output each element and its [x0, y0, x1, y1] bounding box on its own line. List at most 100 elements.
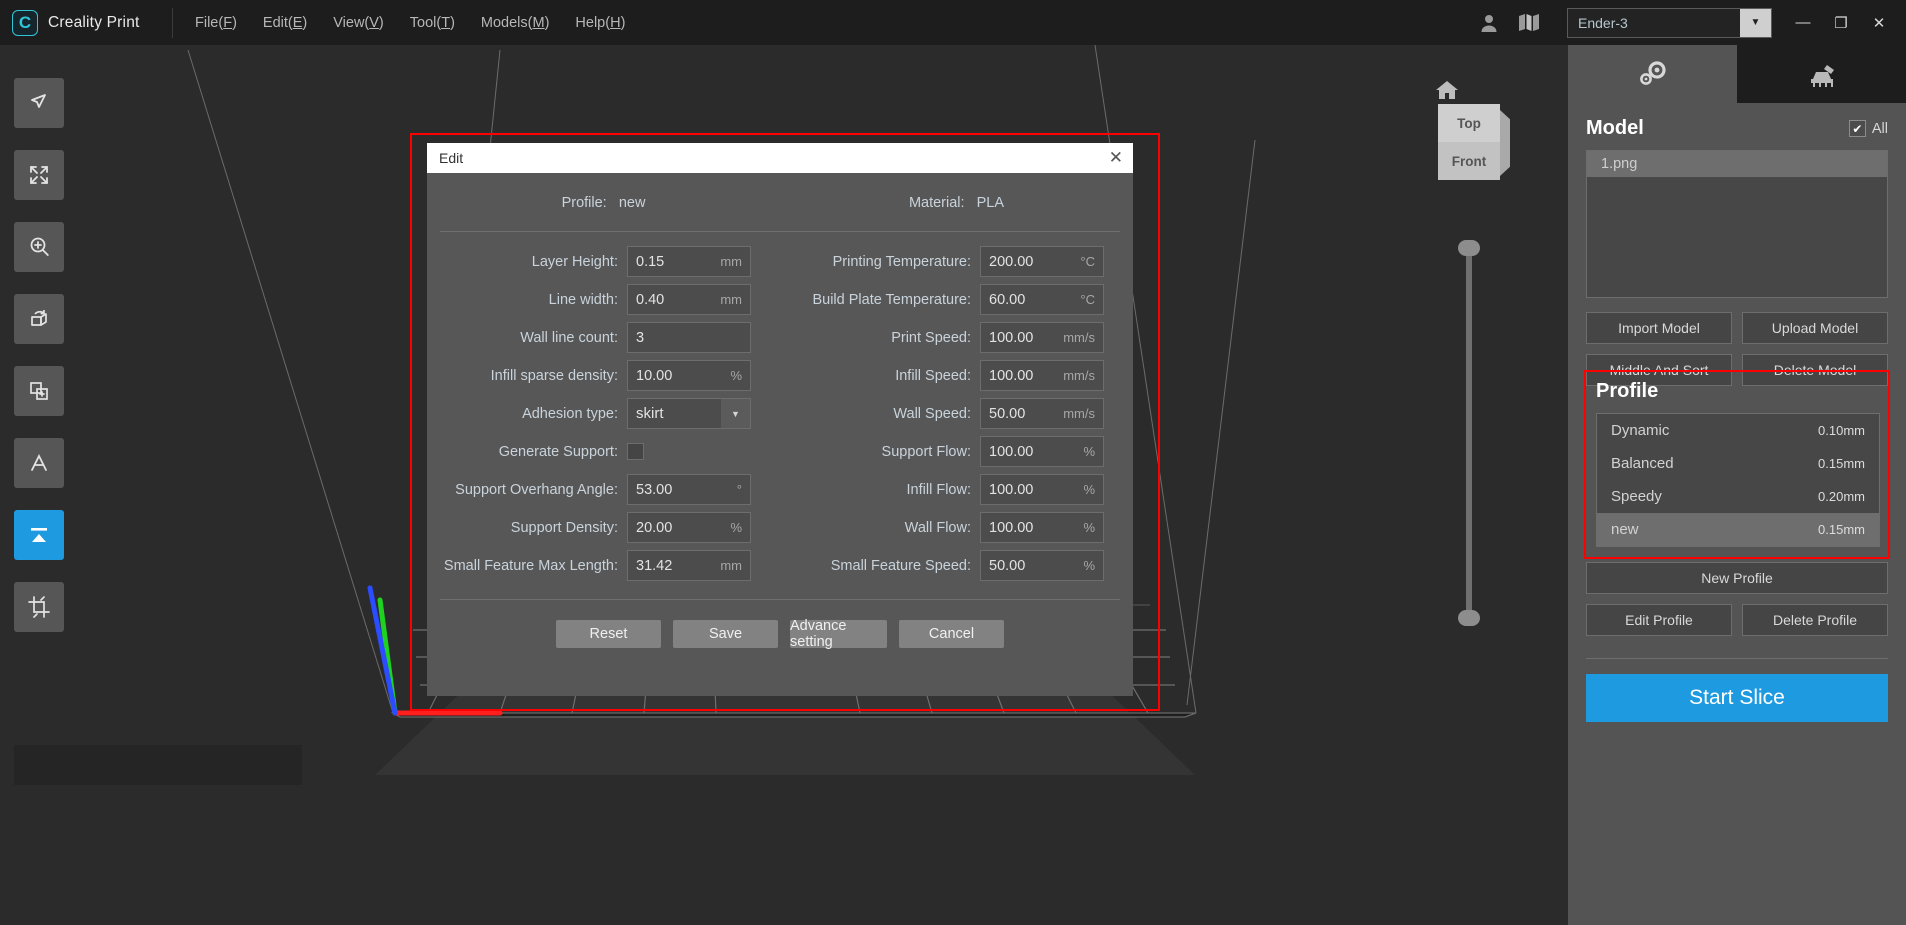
- field-unit: %: [730, 368, 742, 383]
- advance-setting-button[interactable]: Advance setting: [790, 620, 887, 648]
- select-tool-button[interactable]: [14, 78, 64, 128]
- view-cube[interactable]: Top Front: [1430, 100, 1508, 182]
- viewport-status-strip: [14, 745, 302, 785]
- profile-item-label: Dynamic: [1611, 422, 1669, 439]
- printer-select[interactable]: Ender-3 ▼: [1567, 8, 1772, 38]
- book-icon[interactable]: [1509, 8, 1549, 38]
- text-tool-button[interactable]: [14, 438, 64, 488]
- profile-item-balanced[interactable]: Balanced 0.15mm: [1597, 447, 1879, 480]
- rotate-tool-button[interactable]: [14, 294, 64, 344]
- line-width-input[interactable]: 0.40 mm: [627, 284, 751, 315]
- field-label: Layer Height:: [427, 254, 627, 270]
- import-model-button[interactable]: Import Model: [1586, 312, 1732, 344]
- start-slice-button[interactable]: Start Slice: [1586, 674, 1888, 722]
- field-support-density: Support Density: 20.00 %: [427, 512, 780, 543]
- menu-item-tool[interactable]: Tool(T): [410, 15, 455, 31]
- list-item[interactable]: 1.png: [1587, 151, 1887, 177]
- layer-height-input[interactable]: 0.15 mm: [627, 246, 751, 277]
- profile-item-dynamic[interactable]: Dynamic 0.10mm: [1597, 414, 1879, 447]
- duplicate-tool-button[interactable]: [14, 366, 64, 416]
- minimize-button[interactable]: —: [1784, 6, 1822, 40]
- profile-item-speedy[interactable]: Speedy 0.20mm: [1597, 480, 1879, 513]
- small-feature-speed-input[interactable]: 50.00 %: [980, 550, 1104, 581]
- field-print-speed: Print Speed: 100.00 mm/s: [780, 322, 1133, 353]
- field-wall-line-count: Wall line count: 3: [427, 322, 780, 353]
- move-tool-button[interactable]: [14, 150, 64, 200]
- printer-select-value: Ender-3: [1568, 15, 1628, 31]
- wall-line-count-input[interactable]: 3: [627, 322, 751, 353]
- menu-item-help[interactable]: Help(H): [575, 15, 625, 31]
- menu-models-accel: M: [532, 15, 544, 31]
- view-cube-front-face[interactable]: Front: [1438, 142, 1500, 180]
- crop-tool-button[interactable]: [14, 582, 64, 632]
- field-infill-sparse-density: Infill sparse density: 10.00 %: [427, 360, 780, 391]
- field-label: Printing Temperature:: [780, 254, 980, 270]
- menu-item-edit[interactable]: Edit(E): [263, 15, 307, 31]
- support-overhang-angle-input[interactable]: 53.00 °: [627, 474, 751, 505]
- field-layer-height: Layer Height: 0.15 mm: [427, 246, 780, 277]
- infill-sparse-density-input[interactable]: 10.00 %: [627, 360, 751, 391]
- menu-view-accel: V: [369, 15, 379, 31]
- build-plate-temperature-input[interactable]: 60.00 °C: [980, 284, 1104, 315]
- scale-tool-button[interactable]: [14, 222, 64, 272]
- wall-flow-input[interactable]: 100.00 %: [980, 512, 1104, 543]
- select-all-models[interactable]: ✔ All: [1849, 120, 1888, 137]
- save-button[interactable]: Save: [673, 620, 778, 648]
- dialog-profile-label: Profile:: [562, 195, 607, 211]
- all-label: All: [1872, 121, 1888, 137]
- all-checkbox[interactable]: ✔: [1849, 120, 1866, 137]
- menu-item-models[interactable]: Models(M): [481, 15, 550, 31]
- layer-slider[interactable]: [1466, 248, 1472, 618]
- new-profile-button[interactable]: New Profile: [1586, 562, 1888, 594]
- field-unit: mm/s: [1063, 330, 1095, 345]
- field-label: Wall line count:: [427, 330, 627, 346]
- menu-file-text: File(: [195, 15, 223, 31]
- close-button[interactable]: ✕: [1860, 6, 1898, 40]
- chevron-down-icon[interactable]: ▼: [1740, 9, 1771, 37]
- field-value: 100.00: [989, 444, 1033, 460]
- print-speed-input[interactable]: 100.00 mm/s: [980, 322, 1104, 353]
- field-label: Generate Support:: [427, 444, 627, 460]
- profile-list[interactable]: Dynamic 0.10mm Balanced 0.15mm Speedy 0.…: [1596, 413, 1880, 547]
- view-cube-top-face[interactable]: Top: [1438, 104, 1500, 142]
- profile-section-title: Profile: [1596, 380, 1878, 403]
- place-on-face-tool-button[interactable]: [14, 510, 64, 560]
- delete-profile-button[interactable]: Delete Profile: [1742, 604, 1888, 636]
- small-feature-max-length-input[interactable]: 31.42 mm: [627, 550, 751, 581]
- infill-speed-input[interactable]: 100.00 mm/s: [980, 360, 1104, 391]
- view-cube-side[interactable]: [1500, 110, 1510, 176]
- field-unit: %: [1083, 482, 1095, 497]
- field-label: Adhesion type:: [427, 406, 627, 422]
- support-density-input[interactable]: 20.00 %: [627, 512, 751, 543]
- field-unit: %: [730, 520, 742, 535]
- wall-speed-input[interactable]: 50.00 mm/s: [980, 398, 1104, 429]
- model-list[interactable]: 1.png: [1586, 150, 1888, 298]
- cancel-button[interactable]: Cancel: [899, 620, 1004, 648]
- field-unit: mm/s: [1063, 368, 1095, 383]
- menu-help-tail: ): [621, 15, 626, 31]
- user-icon[interactable]: [1469, 8, 1509, 38]
- menu-item-view[interactable]: View(V): [333, 15, 384, 31]
- field-infill-speed: Infill Speed: 100.00 mm/s: [780, 360, 1133, 391]
- maximize-button[interactable]: ❐: [1822, 6, 1860, 40]
- upload-model-button[interactable]: Upload Model: [1742, 312, 1888, 344]
- infill-flow-input[interactable]: 100.00 %: [980, 474, 1104, 505]
- chevron-down-icon[interactable]: ▼: [721, 399, 750, 428]
- field-unit: °: [737, 482, 742, 497]
- menu-item-file[interactable]: File(F): [195, 15, 237, 31]
- reset-button[interactable]: Reset: [556, 620, 661, 648]
- field-small-feature-speed: Small Feature Speed: 50.00 %: [780, 550, 1133, 581]
- dialog-title-bar: Edit ✕: [427, 143, 1133, 173]
- dialog-close-icon[interactable]: ✕: [1109, 148, 1123, 168]
- field-unit: mm/s: [1063, 406, 1095, 421]
- support-flow-input[interactable]: 100.00 %: [980, 436, 1104, 467]
- printing-temperature-input[interactable]: 200.00 °C: [980, 246, 1104, 277]
- edit-profile-button[interactable]: Edit Profile: [1586, 604, 1732, 636]
- tab-settings[interactable]: [1568, 45, 1737, 103]
- tab-preview[interactable]: [1737, 45, 1906, 103]
- layer-slider-bottom-handle[interactable]: [1458, 610, 1480, 626]
- profile-item-new[interactable]: new 0.15mm: [1597, 513, 1879, 546]
- layer-slider-top-handle[interactable]: [1458, 240, 1480, 256]
- adhesion-type-select[interactable]: skirt ▼: [627, 398, 751, 429]
- generate-support-checkbox[interactable]: [627, 443, 644, 460]
